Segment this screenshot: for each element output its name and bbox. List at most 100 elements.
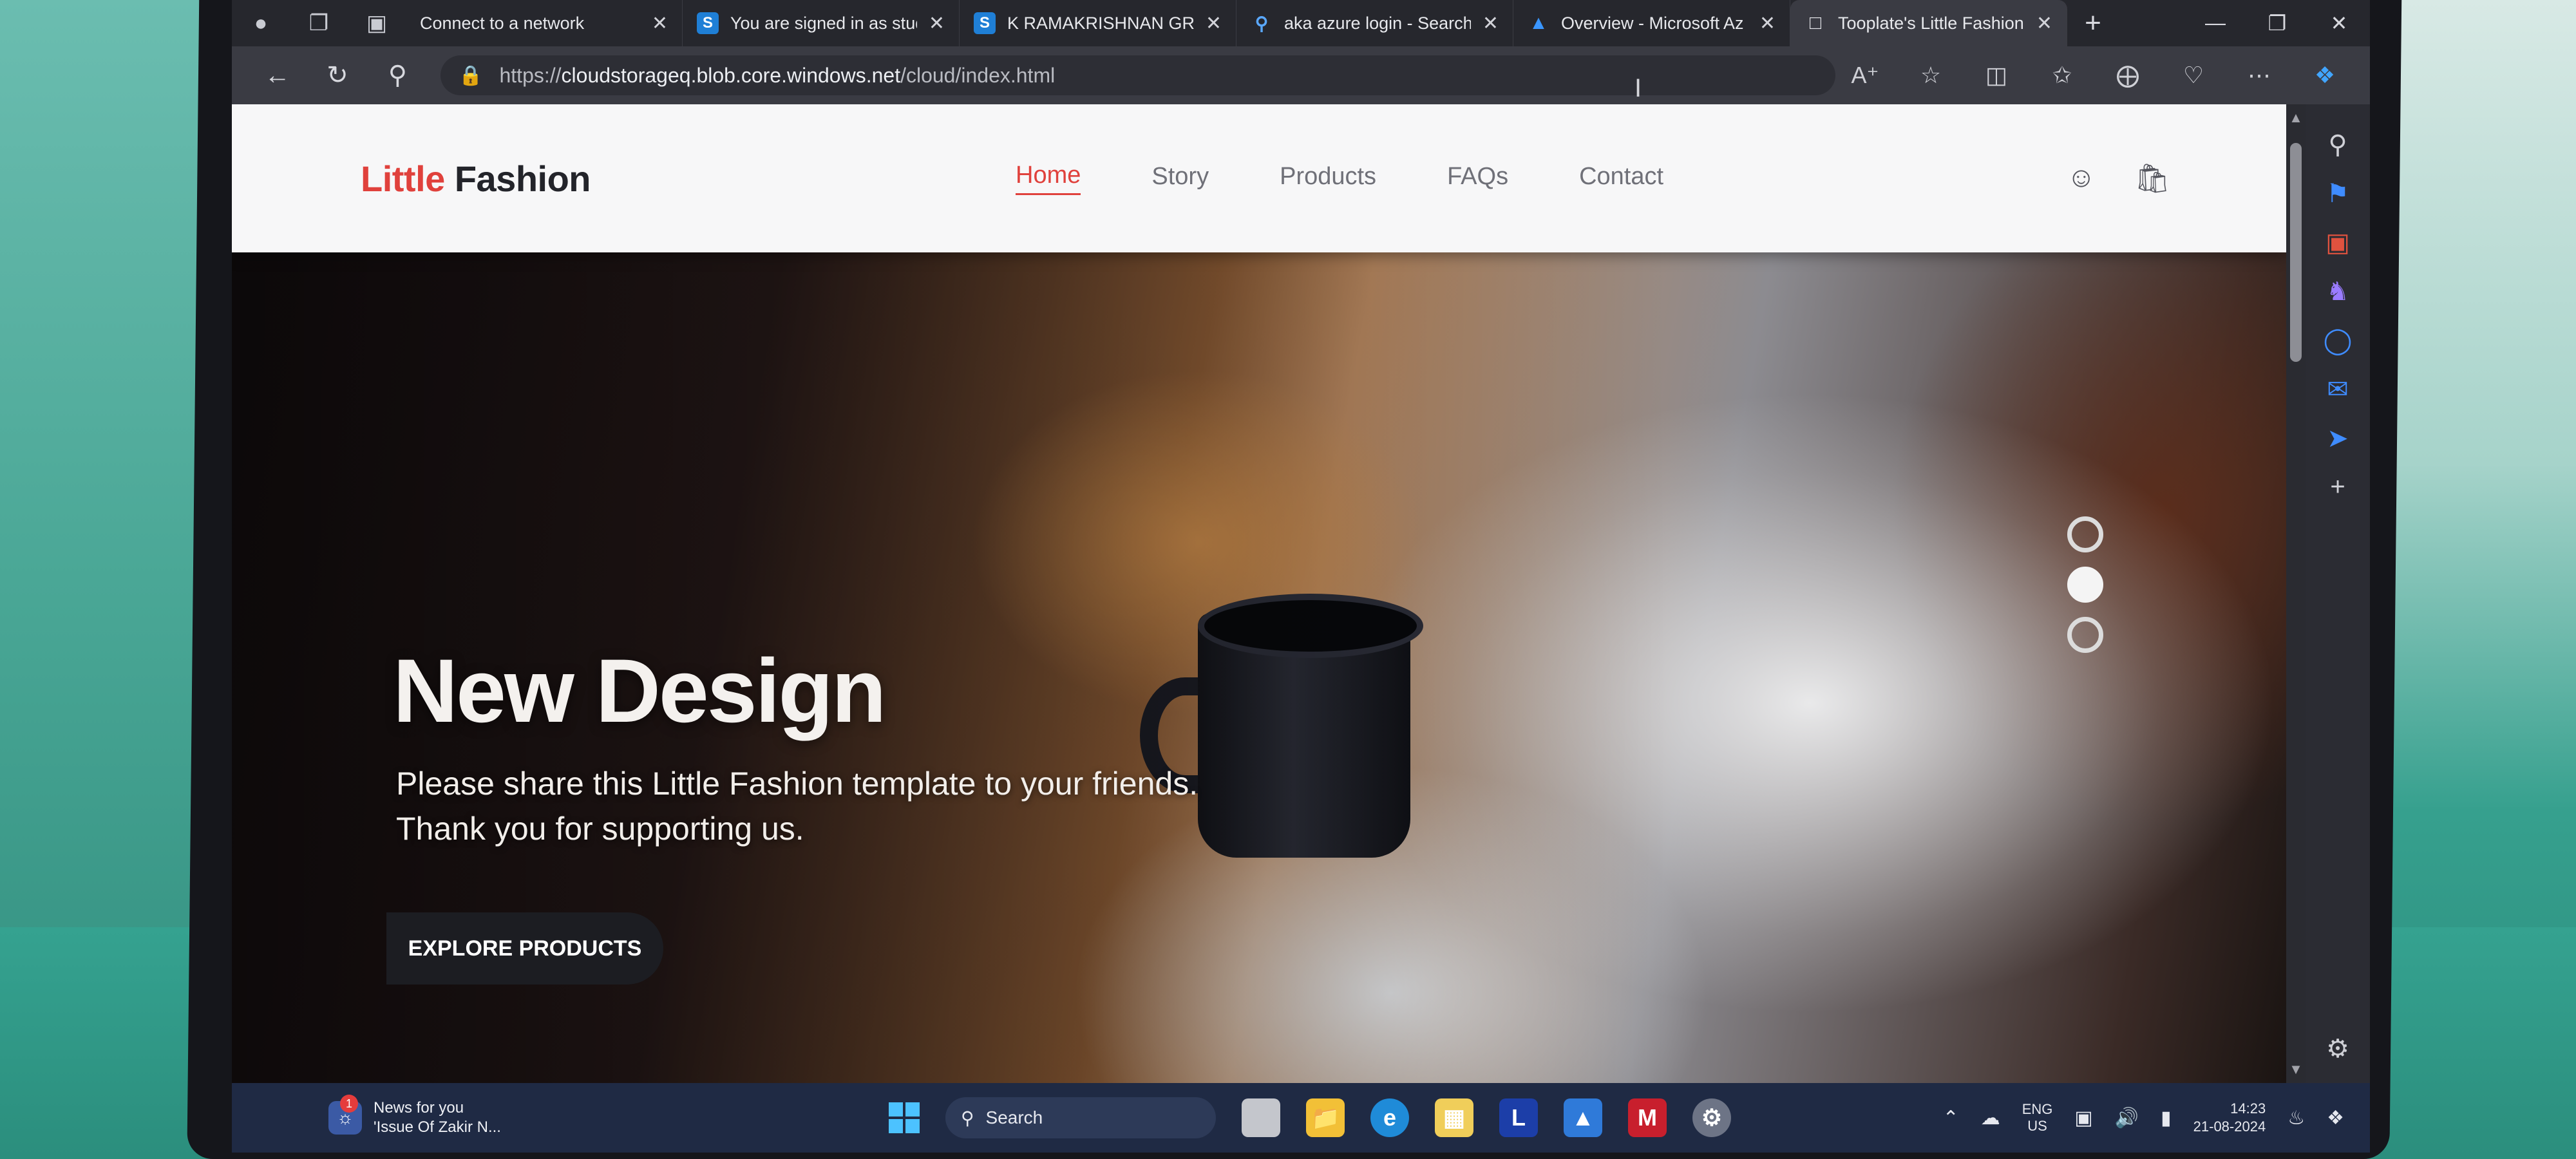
copilot-icon[interactable]: ❖	[2295, 62, 2354, 89]
text-cursor-icon: I	[1634, 74, 1642, 102]
browser-toolbar: A⁺ ☆ ◫ ✩ ⨁ ♡ ⋯ ❖	[1835, 62, 2354, 89]
tab-title: K RAMAKRISHNAN GRO	[1007, 13, 1194, 33]
tab-title: You are signed in as stud	[730, 13, 917, 33]
chevron-up-icon[interactable]: ⌃	[1943, 1107, 1959, 1129]
volume-icon[interactable]: 🔊	[2115, 1107, 2139, 1129]
nav-products[interactable]: Products	[1280, 163, 1376, 194]
slider-dot-2[interactable]	[2067, 567, 2103, 603]
news-widget[interactable]: ☼ 1 News for you 'Issue Of Zakir N...	[328, 1095, 501, 1137]
minimize-button[interactable]: —	[2184, 11, 2246, 35]
task-view-icon[interactable]	[1242, 1098, 1280, 1137]
page-viewport: Little Fashion Home Story Products FAQs …	[232, 104, 2286, 1083]
tab-little-fashion[interactable]: □ Tooplate's Little Fashion ✕	[1790, 0, 2067, 46]
collections-icon[interactable]: ⨁	[2098, 62, 2157, 89]
windows-start-icon[interactable]	[889, 1102, 920, 1133]
read-aloud-icon[interactable]: A⁺	[1835, 62, 1895, 89]
close-icon[interactable]: ✕	[1482, 12, 1499, 35]
outlook-icon[interactable]: ✉	[2327, 375, 2349, 404]
favorites-icon[interactable]: ✩	[2032, 62, 2092, 89]
tab-azure-search[interactable]: ⚲ aka azure login - Search ✕	[1236, 0, 1513, 46]
page-scrollbar[interactable]: ▲ ▼	[2286, 104, 2306, 1083]
close-icon[interactable]: ✕	[2036, 12, 2052, 35]
azure-icon: ▲	[1529, 12, 1548, 33]
shopping-tag-icon[interactable]: ⚑	[2326, 179, 2349, 209]
hero-title: New Design	[393, 640, 887, 741]
scroll-down-icon[interactable]: ▼	[2286, 1061, 2306, 1078]
slider-dot-1[interactable]	[2067, 516, 2103, 552]
tab-signed-in[interactable]: S You are signed in as stud ✕	[683, 0, 960, 46]
settings-icon[interactable]: ⚙	[1692, 1098, 1731, 1137]
s-icon: S	[974, 12, 996, 34]
clock[interactable]: 14:23 21-08-2024	[2193, 1100, 2266, 1136]
tab-title: Tooplate's Little Fashion	[1838, 13, 2024, 33]
shopping-bag-icon[interactable]: 🛍	[2134, 162, 2170, 195]
store-icon[interactable]: ▦	[1435, 1098, 1473, 1137]
favorite-star-icon[interactable]: ☆	[1901, 62, 1960, 89]
edge-sidebar: ⚲ ⚑ ▣ ♞ ◯ ✉ ➤ + ⚙	[2306, 104, 2370, 1083]
search-icon[interactable]: ⚲	[2328, 130, 2347, 160]
split-screen-icon[interactable]: ◫	[1967, 62, 2026, 89]
battery-icon[interactable]: ▮	[2161, 1107, 2172, 1129]
more-menu-icon[interactable]: ⋯	[2230, 62, 2289, 89]
address-bar: ← ↻ ⚲ 🔒 https://cloudstorageq.blob.core.…	[232, 46, 2370, 104]
close-icon[interactable]: ✕	[1759, 12, 1776, 35]
scroll-up-icon[interactable]: ▲	[2286, 109, 2306, 126]
edge-icon[interactable]: e	[1370, 1098, 1409, 1137]
add-icon[interactable]: +	[2330, 473, 2345, 502]
file-explorer-icon[interactable]: 📁	[1306, 1098, 1345, 1137]
tab-bar: ● ❐ ▣ Connect to a network ✕ S You are s…	[232, 0, 2370, 46]
copilot-tray-icon[interactable]: ❖	[2327, 1107, 2344, 1129]
network-icon[interactable]: ▣	[2074, 1107, 2092, 1129]
system-tray: ⌃ ☁ ENG US ▣ 🔊 ▮ 14:23 21-08-2024 ♨ ❖	[1943, 1083, 2344, 1153]
nav-story[interactable]: Story	[1151, 163, 1209, 194]
tab-connect-network[interactable]: Connect to a network ✕	[406, 0, 683, 46]
sidebar-settings-icon[interactable]: ⚙	[2326, 1034, 2349, 1064]
close-window-button[interactable]: ✕	[2308, 11, 2370, 35]
brand-logo[interactable]: Little Fashion	[361, 158, 591, 200]
send-icon[interactable]: ➤	[2327, 424, 2349, 453]
nav-faqs[interactable]: FAQs	[1447, 163, 1508, 194]
tab-azure-overview[interactable]: ▲ Overview - Microsoft Az ✕	[1513, 0, 1790, 46]
tools-icon[interactable]: ▣	[2325, 228, 2350, 258]
games-icon[interactable]: ♞	[2326, 277, 2349, 306]
search-icon[interactable]: ⚲	[368, 61, 428, 90]
l-app-icon[interactable]: L	[1499, 1098, 1538, 1137]
cloud-sync-icon[interactable]: ☁	[1981, 1107, 2000, 1129]
lock-icon: 🔒	[459, 64, 483, 86]
nav-contact[interactable]: Contact	[1579, 163, 1663, 194]
restore-button[interactable]: ❐	[2246, 11, 2308, 35]
workspaces-icon[interactable]: ❐	[290, 0, 348, 46]
taskbar-apps: ⚲ Search 📁 e ▦ L ▲ M ⚙	[889, 1083, 1731, 1153]
tab-title: Connect to a network	[420, 13, 585, 33]
url-input[interactable]: 🔒 https://cloudstorageq.blob.core.window…	[440, 55, 1835, 95]
close-icon[interactable]: ✕	[652, 12, 668, 35]
tab-actions-icon[interactable]: ▣	[348, 0, 406, 46]
taskbar-search[interactable]: ⚲ Search	[945, 1097, 1216, 1138]
new-tab-button[interactable]: +	[2067, 7, 2119, 39]
profile-icon[interactable]: ●	[232, 0, 290, 46]
nav-home[interactable]: Home	[1016, 162, 1081, 195]
hero-description: Please share this Little Fashion templat…	[396, 766, 1198, 847]
explore-products-button[interactable]: EXPLORE PRODUCTS	[386, 912, 663, 985]
search-icon: ⚲	[1255, 13, 1269, 33]
window-controls: — ❐ ✕	[2184, 11, 2370, 35]
taskbar-search-label: Search	[985, 1107, 1043, 1127]
slider-dot-3[interactable]	[2067, 617, 2103, 653]
back-button[interactable]: ←	[247, 61, 307, 90]
browser-essentials-icon[interactable]: ♡	[2164, 62, 2223, 89]
site-header: Little Fashion Home Story Products FAQs …	[232, 104, 2286, 252]
language-indicator[interactable]: ENG US	[2022, 1101, 2053, 1135]
azure-storage-icon[interactable]: ▲	[1564, 1098, 1602, 1137]
mcafee-icon[interactable]: M	[1628, 1098, 1667, 1137]
notification-icon[interactable]: ♨	[2287, 1107, 2305, 1129]
microsoft-365-icon[interactable]: ◯	[2324, 326, 2353, 355]
tab-k-ramakrishnan[interactable]: S K RAMAKRISHNAN GRO ✕	[960, 0, 1236, 46]
user-icon[interactable]: ☺	[2067, 162, 2096, 195]
screen: ● ❐ ▣ Connect to a network ✕ S You are s…	[232, 0, 2370, 1153]
scroll-thumb[interactable]	[2290, 143, 2302, 362]
close-icon[interactable]: ✕	[929, 12, 945, 35]
close-icon[interactable]: ✕	[1206, 12, 1222, 35]
refresh-button[interactable]: ↻	[307, 61, 367, 90]
news-badge: 1	[340, 1095, 358, 1113]
s-icon: S	[697, 12, 719, 34]
